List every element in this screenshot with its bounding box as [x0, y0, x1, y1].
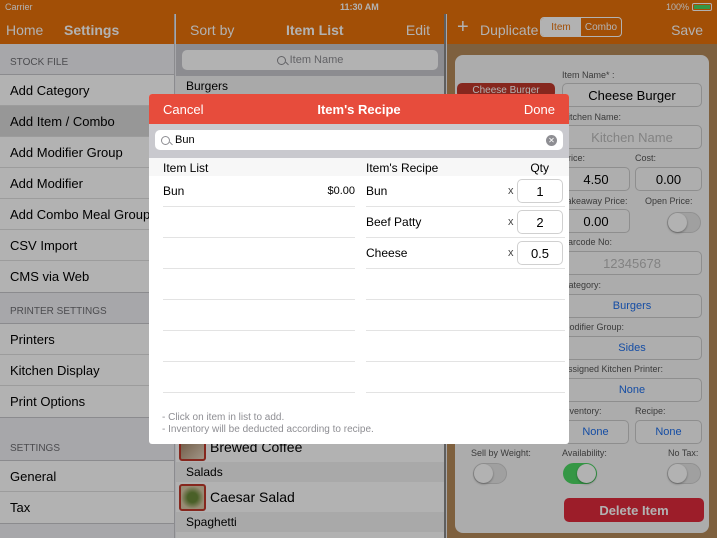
- clear-search-icon[interactable]: ✕: [546, 134, 557, 146]
- item-list-row[interactable]: [163, 207, 355, 238]
- qty-input[interactable]: 2: [517, 210, 563, 234]
- note-line: - Inventory will be deducted according t…: [162, 424, 374, 435]
- recipe-modal: Cancel Item's Recipe Done Bun ✕ Item Lis…: [149, 94, 569, 444]
- item-list-price: $0.00: [327, 185, 355, 197]
- item-list-row[interactable]: [163, 331, 355, 362]
- recipe-row: Bun x 1: [366, 176, 565, 207]
- item-list-row[interactable]: Bun $0.00: [163, 176, 355, 207]
- recipe-item-name: Bun: [366, 184, 388, 198]
- qty-input[interactable]: 0.5: [517, 241, 563, 265]
- search-value: Bun: [175, 134, 195, 146]
- multiply-label: x: [508, 185, 514, 197]
- recipe-columns: Bun $0.00 Bun x 1 Beef Patty x 2 Cheese x 0.5: [149, 176, 569, 393]
- item-list-row[interactable]: [163, 269, 355, 300]
- recipe-search-bar: Bun ✕: [149, 124, 569, 158]
- item-list-row[interactable]: [163, 300, 355, 331]
- recipe-search-input[interactable]: Bun ✕: [155, 130, 563, 150]
- recipe-table-header: Item List Item's Recipe Qty: [149, 158, 569, 176]
- recipe-row: [366, 362, 565, 393]
- done-button[interactable]: Done: [524, 102, 555, 117]
- cancel-button[interactable]: Cancel: [163, 102, 203, 117]
- col-qty: Qty: [530, 161, 549, 175]
- multiply-label: x: [508, 216, 514, 228]
- col-item-list: Item List: [163, 161, 209, 175]
- qty-input[interactable]: 1: [517, 179, 563, 203]
- multiply-label: x: [508, 247, 514, 259]
- note-line: - Click on item in list to add.: [162, 412, 285, 423]
- item-list-row[interactable]: [163, 238, 355, 269]
- col-items-recipe: Item's Recipe: [366, 161, 439, 175]
- recipe-item-name: Beef Patty: [366, 215, 422, 229]
- modal-title: Item's Recipe: [317, 102, 401, 117]
- recipe-notes: - Click on item in list to add. - Invent…: [162, 412, 374, 436]
- recipe-row: [366, 300, 565, 331]
- recipe-row: Cheese x 0.5: [366, 238, 565, 269]
- item-list-row[interactable]: [163, 362, 355, 393]
- recipe-item-name: Cheese: [366, 246, 408, 260]
- recipe-column: Bun x 1 Beef Patty x 2 Cheese x 0.5: [366, 176, 565, 393]
- search-icon: [161, 135, 170, 145]
- recipe-row: [366, 331, 565, 362]
- item-list-column: Bun $0.00: [163, 176, 355, 393]
- recipe-row: [366, 269, 565, 300]
- item-list-name: Bun: [163, 184, 185, 198]
- recipe-modal-navbar: Cancel Item's Recipe Done: [149, 94, 569, 124]
- recipe-row: Beef Patty x 2: [366, 207, 565, 238]
